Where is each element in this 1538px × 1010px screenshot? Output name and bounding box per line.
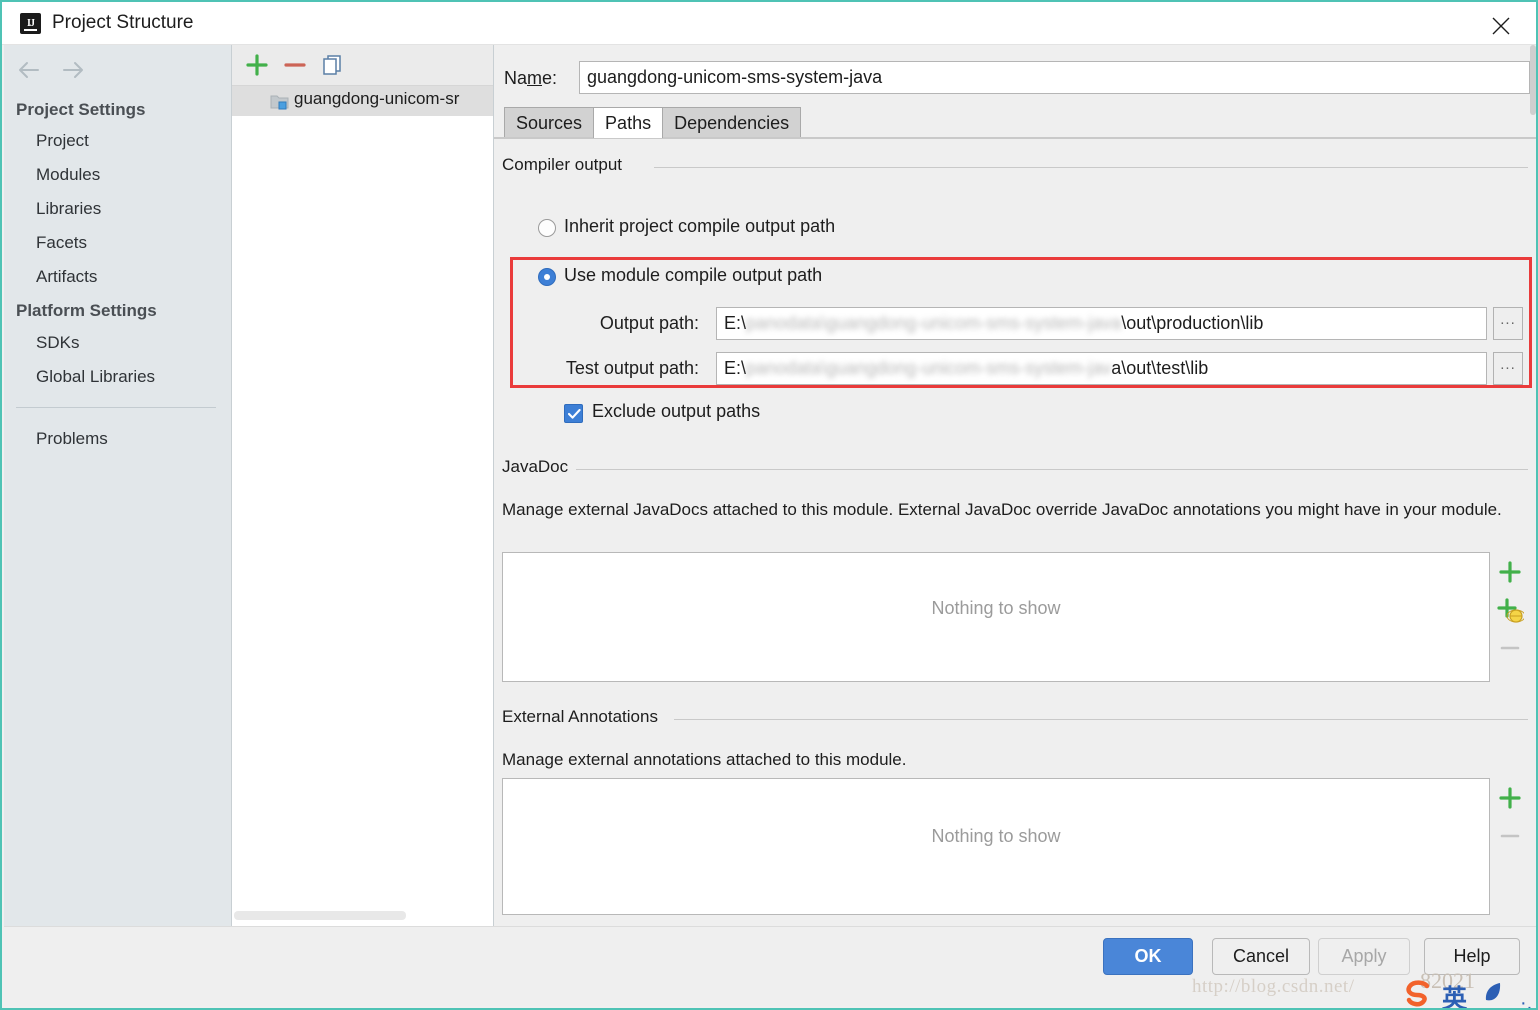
test-output-path-browse-button[interactable]: ... (1493, 352, 1523, 385)
sidebar-item-project[interactable]: Project (36, 131, 89, 151)
javadoc-group-title: JavaDoc (502, 457, 577, 477)
remove-javadoc-icon (1496, 634, 1526, 664)
radio-button-unselected-icon (538, 219, 556, 237)
compiler-output-group-title: Compiler output (502, 155, 631, 175)
project-structure-dialog: IJ Project Structure Project Settings Pr… (0, 0, 1538, 1010)
module-name-input[interactable] (579, 61, 1530, 94)
sidebar-item-problems[interactable]: Problems (36, 429, 108, 449)
javadoc-list[interactable]: Nothing to show (502, 552, 1490, 682)
radio-inherit-label: Inherit project compile output path (564, 216, 836, 236)
external-annotations-empty-text: Nothing to show (931, 826, 1061, 846)
compiler-output-group-line (654, 167, 1528, 168)
ok-button[interactable]: OK (1103, 938, 1193, 975)
arrow-right-icon[interactable] (56, 53, 90, 87)
sidebar-item-sdks[interactable]: SDKs (36, 333, 79, 353)
sidebar-group-platform-settings: Platform Settings (16, 301, 157, 320)
test-output-path-mid: av (1092, 358, 1112, 378)
output-path-browse-button[interactable]: ... (1493, 307, 1523, 340)
sidebar-item-facets[interactable]: Facets (36, 233, 87, 253)
remove-annotation-icon (1496, 822, 1526, 852)
module-tree-toolbar (232, 45, 493, 86)
external-annotations-list-tools (1494, 778, 1532, 915)
module-folder-icon (270, 93, 289, 110)
content-vertical-scrollbar[interactable] (1530, 45, 1536, 928)
test-output-path-suffix: a\out\test\lib (1111, 358, 1209, 378)
external-annotations-group-line (674, 719, 1528, 720)
module-tabs: Sources Paths Dependencies (504, 107, 802, 138)
sidebar-item-libraries[interactable]: Libraries (36, 199, 101, 219)
table-row[interactable]: guangdong-unicom-sr (232, 86, 493, 116)
sidebar-item-artifacts[interactable]: Artifacts (36, 267, 97, 287)
arrow-left-icon[interactable] (12, 53, 46, 87)
ime-dots-label[interactable]: ·, (1520, 992, 1532, 1008)
test-output-path-redacted-2: -unicom-sms-system-j (916, 358, 1093, 378)
minus-icon[interactable] (282, 52, 310, 80)
test-output-path-redacted-1: panodata (746, 358, 822, 378)
exclude-output-paths-label: Exclude output paths (592, 401, 761, 421)
external-annotations-description: Manage external annotations attached to … (502, 750, 907, 769)
output-path-input[interactable]: E:\panodata\guangdong-unicom-sms-system-… (716, 307, 1487, 340)
add-javadoc-url-icon[interactable] (1496, 596, 1526, 626)
output-path-redacted-2: -unicom-sms- (916, 313, 1026, 333)
javadoc-description: Manage external JavaDocs attached to thi… (502, 500, 1502, 519)
sidebar-item-global-libraries[interactable]: Global Libraries (36, 367, 155, 387)
moon-icon[interactable] (1480, 980, 1508, 1008)
output-path-mid: system-java (1025, 313, 1122, 333)
cancel-button[interactable]: Cancel (1212, 938, 1310, 975)
add-javadoc-path-icon[interactable] (1496, 558, 1526, 588)
intellij-idea-icon: IJ (20, 13, 41, 34)
module-name-label: Name: (504, 68, 558, 88)
radio-use-module-label: Use module compile output path (564, 265, 823, 285)
apply-button: Apply (1318, 938, 1410, 975)
module-tree-item-label: guangdong-unicom-sr (294, 89, 460, 108)
tab-paths[interactable]: Paths (593, 107, 664, 138)
external-annotations-list[interactable]: Nothing to show (502, 778, 1490, 915)
navigation-arrows (12, 53, 90, 92)
radio-button-selected-icon (538, 268, 556, 286)
sidebar-group-project-settings: Project Settings (16, 100, 146, 119)
plus-icon[interactable] (244, 52, 272, 80)
output-path-prefix: E:\ (724, 313, 747, 333)
test-output-path-sep-1: \guangdong (821, 358, 917, 378)
javadoc-list-tools (1494, 552, 1532, 682)
sogou-ime-icon[interactable] (1402, 978, 1434, 1008)
tree-horizontal-scrollbar[interactable] (234, 911, 406, 920)
module-editor-panel: Name: Sources Paths Dependencies Compile… (494, 45, 1536, 928)
javadoc-group-line (574, 469, 1528, 470)
copy-icon[interactable] (320, 52, 348, 80)
javadoc-empty-text: Nothing to show (931, 598, 1061, 618)
window-title: Project Structure (52, 12, 194, 33)
test-output-path-input[interactable]: E:\panodata\guangdong-unicom-sms-system-… (716, 352, 1487, 385)
output-path-sep-1: \guangdong (821, 313, 917, 333)
test-output-path-prefix: E:\ (724, 358, 747, 378)
title-bar: IJ Project Structure (2, 2, 1536, 45)
test-output-path-label: Test output path: (565, 358, 699, 378)
output-path-redacted-1: panodata (746, 313, 822, 333)
add-annotation-icon[interactable] (1496, 784, 1526, 814)
output-path-label: Output path: (599, 313, 699, 333)
tab-dependencies[interactable]: Dependencies (662, 107, 802, 138)
ime-mode-label[interactable]: 英 (1442, 979, 1467, 1008)
tab-sources[interactable]: Sources (504, 107, 595, 138)
close-icon[interactable] (1478, 8, 1524, 40)
external-annotations-group-title: External Annotations (502, 707, 666, 727)
csdn-watermark: http://blog.csdn.net/ (1192, 976, 1355, 997)
output-path-suffix: \out\production\lib (1121, 313, 1264, 333)
sidebar-divider (16, 407, 216, 408)
checkbox-checked-icon (564, 404, 583, 423)
sidebar-item-modules[interactable]: Modules (36, 165, 100, 185)
module-tree-panel: guangdong-unicom-sr (232, 45, 494, 928)
settings-sidebar: Project Settings Project Modules Librari… (4, 45, 232, 928)
